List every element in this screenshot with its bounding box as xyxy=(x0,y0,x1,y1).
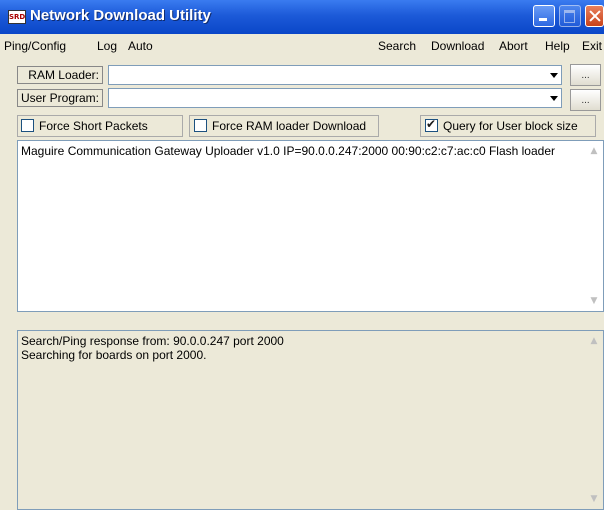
window-left-border xyxy=(0,58,4,510)
log-line: Search/Ping response from: 90.0.0.247 po… xyxy=(21,334,284,348)
menu-help[interactable]: Help xyxy=(545,39,570,53)
scroll-up-arrow-icon[interactable]: ▲ xyxy=(587,144,601,158)
force-short-packets-label[interactable]: Force Short Packets xyxy=(39,119,148,133)
menu-ping-config[interactable]: Ping/Config xyxy=(4,39,66,53)
scroll-down-arrow-icon[interactable]: ▼ xyxy=(587,492,601,506)
menu-exit[interactable]: Exit xyxy=(582,39,602,53)
scroll-down-arrow-icon[interactable]: ▼ xyxy=(587,294,601,308)
scroll-up-arrow-icon[interactable]: ▲ xyxy=(587,334,601,348)
menu-auto[interactable]: Auto xyxy=(128,39,153,53)
log-line: Searching for boards on port 2000. xyxy=(21,348,207,362)
list-item[interactable]: Maguire Communication Gateway Uploader v… xyxy=(21,144,555,158)
force-ram-loader-checkbox[interactable] xyxy=(194,119,207,132)
app-icon: SRD xyxy=(8,10,26,24)
title-bar[interactable]: SRD Network Download Utility xyxy=(0,0,604,34)
log-output[interactable]: Search/Ping response from: 90.0.0.247 po… xyxy=(17,330,604,510)
window-title: Network Download Utility xyxy=(30,7,211,24)
user-program-combo[interactable] xyxy=(108,88,562,108)
dropdown-arrow-icon[interactable] xyxy=(549,69,559,81)
maximize-button[interactable] xyxy=(559,5,581,27)
dropdown-arrow-icon[interactable] xyxy=(549,92,559,104)
force-ram-loader-label[interactable]: Force RAM loader Download xyxy=(212,119,366,133)
force-short-packets-checkbox[interactable] xyxy=(21,119,34,132)
user-program-browse-button[interactable]: ... xyxy=(570,89,601,111)
menu-log[interactable]: Log xyxy=(97,39,117,53)
menu-bar: Ping/Config Log Auto Search Download Abo… xyxy=(0,34,604,58)
menu-search[interactable]: Search xyxy=(378,39,416,53)
ram-loader-browse-button[interactable]: ... xyxy=(570,64,601,86)
query-user-block-checkbox[interactable] xyxy=(425,117,438,132)
close-button[interactable] xyxy=(585,5,604,27)
minimize-button[interactable] xyxy=(533,5,555,27)
menu-download[interactable]: Download xyxy=(431,39,484,53)
query-user-block-label[interactable]: Query for User block size xyxy=(443,119,578,133)
ram-loader-label: RAM Loader: xyxy=(17,66,103,84)
ram-loader-combo[interactable] xyxy=(108,65,562,85)
user-program-label: User Program: xyxy=(17,89,103,107)
device-list[interactable]: Maguire Communication Gateway Uploader v… xyxy=(17,140,604,312)
menu-abort[interactable]: Abort xyxy=(499,39,528,53)
